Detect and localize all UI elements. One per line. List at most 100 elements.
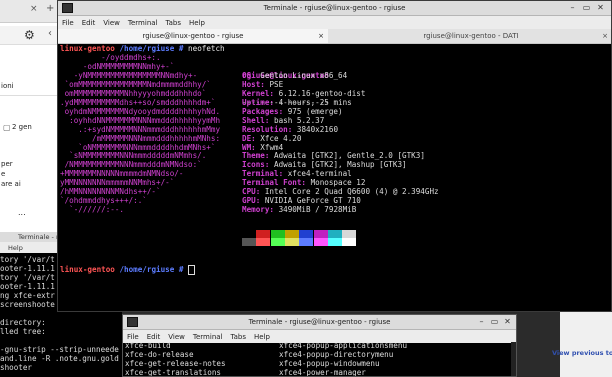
maximize-icon[interactable]: ▭: [582, 3, 591, 12]
palette-swatch: [242, 230, 256, 238]
menu-file[interactable]: File: [123, 330, 143, 341]
output-line: xfce4-power-manager: [279, 367, 366, 377]
close-icon[interactable]: ✕: [503, 317, 512, 326]
sysinfo-key: Terminal:: [242, 169, 288, 179]
second-terminal-window[interactable]: Terminale - rgiuse@linux-gentoo - rgiuse…: [122, 314, 517, 377]
more-button[interactable]: ...: [18, 208, 26, 217]
sysinfo-list: OS: Gentoo Linux x86_64 Host: PSE Kernel: …: [242, 70, 439, 215]
output-line: lled tree:: [0, 327, 46, 336]
menu-edit[interactable]: Edit: [143, 330, 165, 341]
output-line: and.line -R .note.gnu.gold: [0, 354, 119, 363]
sysinfo-value: 3490MiB / 7928MiB: [278, 205, 357, 215]
chevron-left-icon[interactable]: ‹: [48, 28, 52, 39]
gentoo-logo-ascii: -/oyddmdhs+:. -odNMMMMMMMMNNmhy+-` -yNMM…: [60, 53, 220, 215]
tab-close-icon[interactable]: ×: [602, 29, 608, 43]
menu-help[interactable]: Help: [185, 16, 209, 27]
palette-swatch: [270, 238, 285, 246]
output-column-2: xfce4-popup-applicationsmenu xfce4-popup-…: [279, 341, 407, 377]
browser-previous-topic-link[interactable]: View previous topic :: Vi: [552, 349, 612, 357]
maximize-icon[interactable]: ▭: [490, 317, 499, 326]
prompt-path: /home/rgiuse #: [119, 265, 184, 274]
sysinfo-value: 975 (emerge): [287, 106, 343, 116]
sysinfo-key: Terminal Font:: [242, 178, 311, 188]
minimize-icon[interactable]: –: [568, 3, 577, 12]
palette-swatch: [242, 238, 256, 246]
sysinfo-key: DE:: [242, 133, 261, 143]
minimize-icon[interactable]: –: [477, 317, 486, 326]
menu-terminal[interactable]: Terminal: [124, 16, 162, 27]
sysinfo-key: OS:: [242, 70, 261, 80]
palette-swatch: [270, 230, 285, 238]
menu-edit[interactable]: Edit: [78, 16, 100, 27]
command-text: neofetch: [188, 44, 225, 53]
sysinfo-value: Monospace 12: [310, 178, 366, 188]
terminal-titlebar: Terminale - rgiuse@linux-gentoo - rgiuse…: [58, 1, 611, 16]
sysinfo-value: Adwaita [GTK2], Mashup [GTK3]: [274, 160, 407, 170]
browser-tab-close-icon[interactable]: ×: [30, 4, 38, 14]
sysinfo-key: WM:: [242, 142, 261, 152]
command-line-2: linux-gentoo /home/rgiuse #: [60, 265, 196, 275]
logo-line: `-//////:--.: [60, 205, 125, 215]
palette-swatch: [313, 238, 328, 246]
terminal-screen[interactable]: linux-gentoo /home/rgiuse # neofetch -/o…: [58, 43, 611, 311]
sysinfo-key: GPU:: [242, 196, 265, 206]
scrollbar[interactable]: [511, 342, 516, 376]
palette-swatch: [327, 238, 342, 246]
sysinfo-value: xfce4-terminal: [287, 169, 352, 179]
browser-date: 2 gen: [12, 123, 32, 131]
tab-dati[interactable]: rgiuse@linux-gentoo - DATI ×: [330, 29, 612, 43]
menu-view[interactable]: View: [164, 330, 189, 341]
terminal-menubar: File Edit View Terminal Tabs Help: [58, 16, 611, 29]
output-column-1: xfce-build xfce-do-release xfce-get-releas…: [125, 341, 226, 377]
palette-swatch: [327, 230, 342, 238]
sysinfo-key: Host:: [242, 79, 270, 89]
browser-text: are ai: [1, 180, 21, 188]
palette-swatch: [299, 238, 314, 246]
sysinfo-value: 4 hours, 25 mins: [278, 97, 352, 107]
output-line: -gnu-strip --strip-unneede: [0, 345, 119, 354]
output-line: shooter: [0, 363, 33, 372]
palette-swatch: [313, 230, 328, 238]
sysinfo-value: NVIDIA GeForce GT 710: [264, 196, 361, 206]
output-line: xfce-get-translations: [125, 367, 222, 377]
menu-tabs[interactable]: Tabs: [162, 16, 186, 27]
sysinfo-value: Xfwm4: [260, 142, 284, 152]
palette-swatch: [299, 230, 314, 238]
prompt-host: linux-gentoo: [60, 265, 115, 274]
terminal2-titlebar: Terminale - rgiuse@linux-gentoo - rgiuse…: [123, 315, 516, 330]
left-terminal-menu-help[interactable]: Help: [8, 244, 23, 252]
sysinfo-key: Memory:: [242, 205, 279, 215]
sysinfo-value: 3840x2160: [296, 124, 339, 134]
sysinfo-value: PSE: [269, 79, 284, 89]
prompt-host: linux-gentoo: [60, 44, 115, 53]
palette-swatch: [342, 230, 357, 238]
menu-tabs[interactable]: Tabs: [227, 330, 251, 341]
terminal2-title: Terminale - rgiuse@linux-gentoo - rgiuse: [248, 318, 391, 326]
browser-text: per: [1, 160, 13, 168]
menu-terminal[interactable]: Terminal: [189, 330, 227, 341]
sysinfo-value: Xfce 4.20: [260, 133, 302, 143]
sysinfo-value: Intel Core 2 Quad Q6600 (4) @ 2.394GHz: [264, 187, 439, 197]
palette-swatch: [284, 238, 299, 246]
browser-text: e: [1, 170, 6, 178]
sysinfo-key: Theme:: [242, 151, 275, 161]
sysinfo-key: Resolution:: [242, 124, 297, 134]
menu-help[interactable]: Help: [250, 330, 274, 341]
palette-swatch: [256, 230, 271, 238]
tab-close-icon[interactable]: ×: [318, 29, 324, 43]
menu-file[interactable]: File: [58, 16, 78, 27]
tab-rgiuse[interactable]: rgiuse@linux-gentoo - rgiuse ×: [58, 29, 328, 43]
menu-view[interactable]: View: [99, 16, 124, 27]
terminal-title: Terminale - rgiuse@linux-gentoo - rgiuse: [263, 4, 406, 12]
gear-icon[interactable]: ⚙: [24, 28, 35, 42]
main-terminal-window[interactable]: Terminale - rgiuse@linux-gentoo - rgiuse…: [57, 0, 612, 312]
browser-new-tab-button[interactable]: +: [46, 3, 54, 14]
cursor: [188, 265, 196, 275]
sysinfo-value: Gentoo Linux x86_64: [260, 70, 348, 80]
sysinfo-key: Packages:: [242, 106, 288, 116]
browser-tabbar: × +: [0, 0, 60, 23]
terminal2-screen[interactable]: xfce-build xfce-do-release xfce-get-releas…: [123, 341, 516, 377]
sysinfo-key: Uptime:: [242, 97, 279, 107]
close-icon[interactable]: ✕: [596, 3, 605, 12]
